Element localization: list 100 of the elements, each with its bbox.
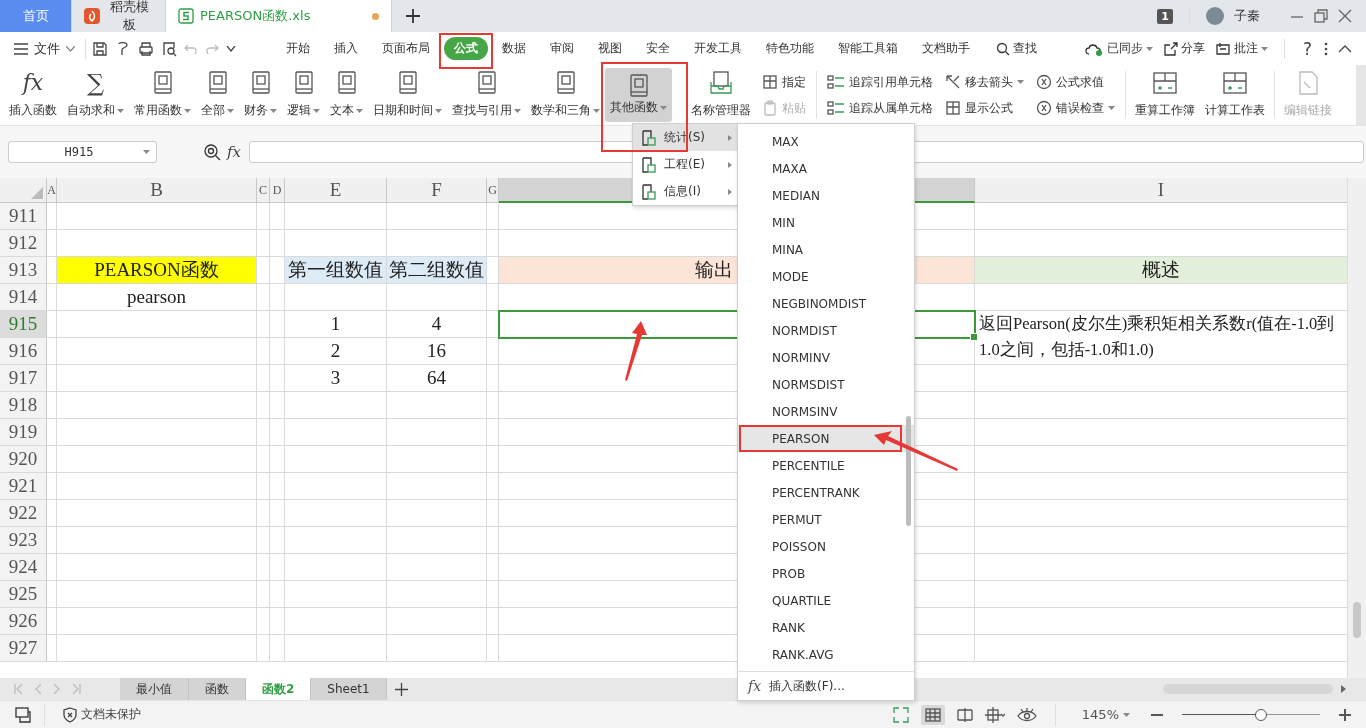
row-header[interactable]: 913 — [0, 257, 47, 284]
table-cell[interactable] — [57, 554, 257, 581]
table-cell[interactable] — [270, 527, 285, 554]
table-cell[interactable] — [257, 230, 270, 257]
ribbon-button[interactable]: 指定 — [760, 72, 808, 92]
table-cell[interactable] — [387, 608, 487, 635]
table-cell[interactable] — [487, 473, 499, 500]
vertical-scrollbar[interactable] — [1347, 178, 1366, 678]
table-cell[interactable] — [487, 284, 499, 311]
eye-icon[interactable] — [1016, 706, 1037, 723]
table-cell[interactable] — [47, 419, 57, 446]
share-button[interactable]: 分享 — [1162, 40, 1205, 57]
menu-item[interactable]: NEGBINOMDIST — [738, 290, 914, 317]
ribbon-button[interactable]: 常用函数 — [129, 65, 196, 125]
table-cell[interactable] — [285, 203, 387, 230]
menu-item[interactable]: QUARTILE — [738, 587, 914, 614]
ribbon-tab[interactable]: 插入 — [324, 37, 368, 60]
column-header[interactable]: G — [487, 178, 499, 203]
table-cell[interactable] — [387, 284, 487, 311]
ribbon-button[interactable]: 公式求值 — [1034, 72, 1117, 92]
menu-item[interactable]: MAX — [738, 128, 914, 155]
table-cell[interactable] — [285, 500, 387, 527]
comment-button[interactable]: 批注 — [1214, 40, 1268, 57]
close-icon[interactable] — [1338, 9, 1352, 23]
ribbon-tab[interactable]: 视图 — [588, 37, 632, 60]
menu-item[interactable]: MAXA — [738, 155, 914, 182]
table-cell[interactable] — [257, 365, 270, 392]
table-cell[interactable] — [57, 203, 257, 230]
zoom-icon[interactable] — [203, 143, 221, 161]
ribbon-button[interactable]: ∑ 自动求和 — [62, 65, 129, 125]
row-header[interactable]: 924 — [0, 554, 47, 581]
table-cell[interactable] — [270, 554, 285, 581]
fullscreen-icon[interactable] — [892, 706, 909, 723]
dropdown-icon[interactable] — [226, 45, 236, 52]
row-header[interactable]: 919 — [0, 419, 47, 446]
table-cell[interactable] — [487, 230, 499, 257]
table-cell[interactable] — [257, 500, 270, 527]
table-cell[interactable] — [285, 392, 387, 419]
add-sheet-icon[interactable] — [394, 682, 408, 696]
table-cell[interactable] — [387, 446, 487, 473]
table-cell[interactable] — [270, 446, 285, 473]
count-badge[interactable]: 1 — [1157, 8, 1173, 24]
previous-sheet-icon[interactable] — [35, 684, 41, 694]
sheet-tab[interactable]: 函数2 — [246, 678, 312, 700]
ribbon-button[interactable]: 追踪从属单元格 — [825, 98, 935, 118]
row-header[interactable]: 916 — [0, 338, 47, 365]
select-all-icon[interactable] — [31, 187, 43, 199]
restore-icon[interactable] — [1314, 9, 1328, 23]
row-header[interactable]: 920 — [0, 446, 47, 473]
menu-item[interactable]: NORMSINV — [738, 398, 914, 425]
table-cell[interactable] — [487, 500, 499, 527]
menu-item[interactable]: RANK.AVG — [738, 641, 914, 668]
table-cell[interactable] — [270, 365, 285, 392]
table-cell[interactable] — [387, 473, 487, 500]
table-cell[interactable] — [257, 608, 270, 635]
column-header[interactable]: F — [387, 178, 487, 203]
table-cell[interactable] — [285, 419, 387, 446]
column-header[interactable]: E — [285, 178, 387, 203]
file-menu[interactable]: 文件 — [10, 39, 79, 58]
document-tab[interactable]: PEARSON函数.xls — [166, 0, 392, 32]
table-cell[interactable] — [387, 581, 487, 608]
row-header[interactable]: 927 — [0, 635, 47, 662]
sheet-tab[interactable]: Sheet1 — [311, 678, 387, 700]
table-cell[interactable] — [257, 581, 270, 608]
ribbon-button[interactable]: 逻辑 — [282, 65, 325, 125]
selected-cell[interactable] — [499, 311, 975, 338]
sheet-tab[interactable]: 函数 — [189, 678, 246, 700]
menu-item[interactable]: NORMINV — [738, 344, 914, 371]
new-tab-icon[interactable] — [406, 9, 420, 23]
row-header[interactable]: 926 — [0, 608, 47, 635]
table-cell[interactable] — [47, 338, 57, 365]
menu-item[interactable]: MIN — [738, 209, 914, 236]
next-sheet-icon[interactable] — [54, 684, 60, 694]
ribbon-button[interactable]: fx 插入函数 — [4, 65, 62, 125]
sync-button[interactable]: 已同步 — [1083, 40, 1153, 57]
ribbon-tab[interactable]: 页面布局 — [372, 37, 440, 60]
zoom-in-icon[interactable] — [1338, 707, 1352, 722]
menu-item[interactable]: RANK — [738, 614, 914, 641]
table-cell[interactable] — [487, 203, 499, 230]
table-cell[interactable] — [270, 284, 285, 311]
table-cell[interactable] — [285, 581, 387, 608]
menu-item[interactable]: PERCENTRANK — [738, 479, 914, 506]
table-cell[interactable] — [257, 392, 270, 419]
more-icon[interactable] — [1324, 40, 1328, 57]
menu-item[interactable]: PERMUT — [738, 506, 914, 533]
ribbon-button[interactable]: 全部 — [196, 65, 239, 125]
protection-status[interactable]: 文档未保护 — [55, 706, 149, 723]
table-cell[interactable] — [47, 554, 57, 581]
menu-item[interactable]: NORMDIST — [738, 317, 914, 344]
table-cell[interactable] — [270, 581, 285, 608]
name-box[interactable]: H915 — [8, 141, 157, 163]
table-cell[interactable] — [257, 527, 270, 554]
menu-item[interactable]: 信息(I) — [633, 178, 738, 205]
save-icon[interactable] — [92, 40, 108, 57]
table-cell[interactable] — [47, 608, 57, 635]
row-header[interactable]: 923 — [0, 527, 47, 554]
column-header[interactable]: D — [270, 178, 285, 203]
table-cell[interactable] — [257, 473, 270, 500]
table-cell[interactable] — [47, 581, 57, 608]
table-cell[interactable] — [285, 608, 387, 635]
